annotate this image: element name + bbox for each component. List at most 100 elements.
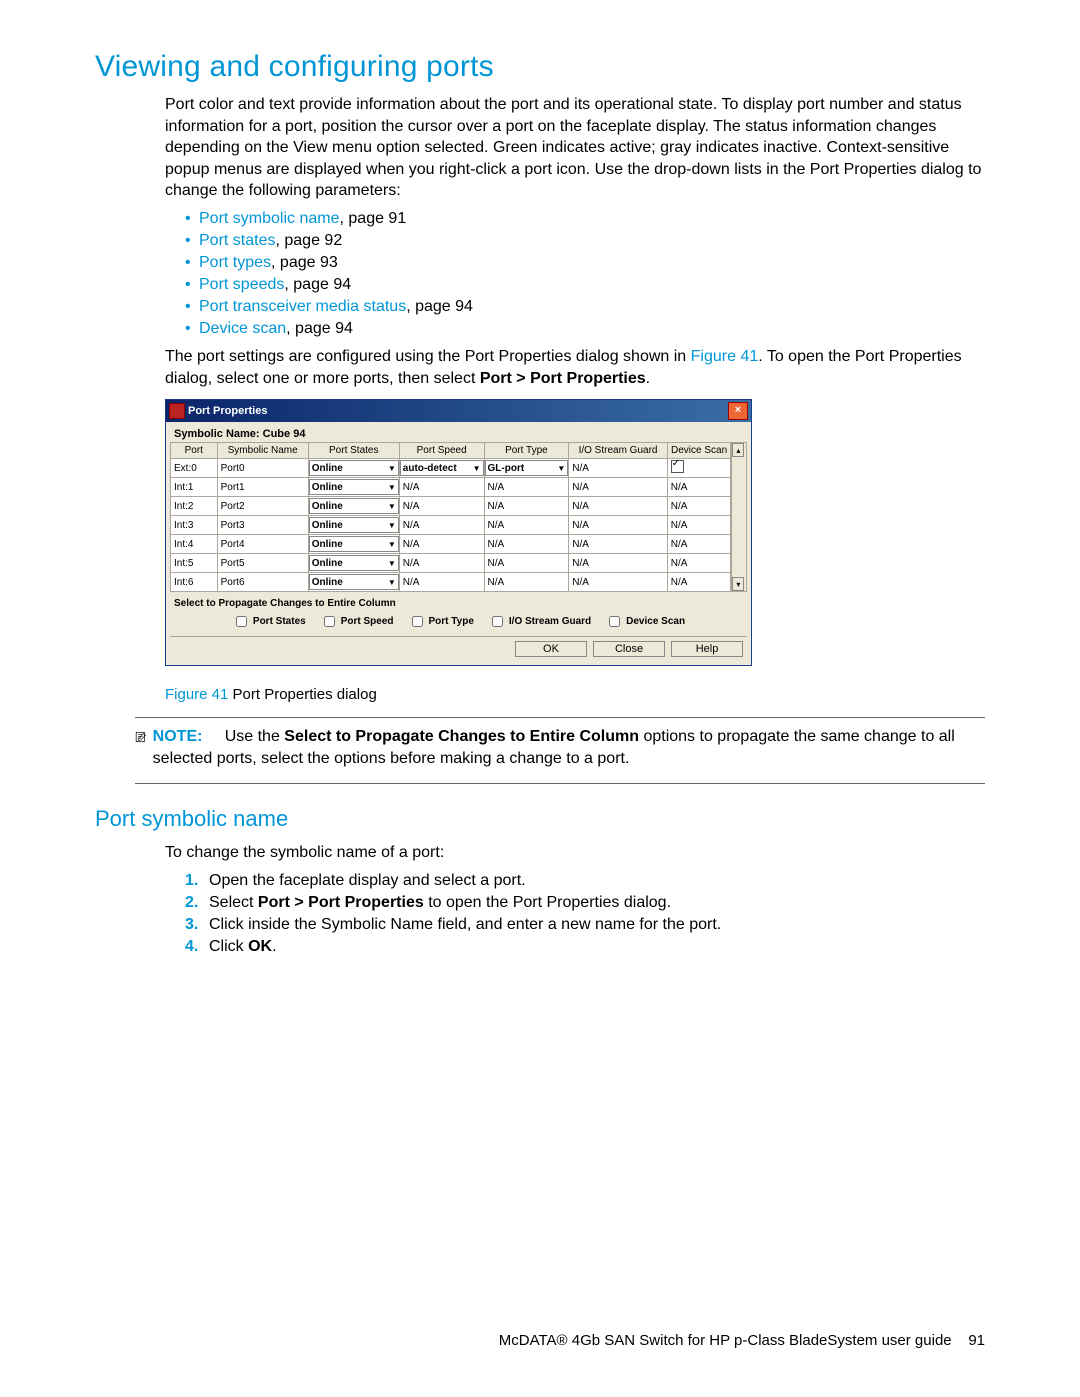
cell-port-state[interactable]: Online▼ — [308, 497, 399, 516]
cell-port: Int:6 — [171, 573, 218, 592]
cell-port-state[interactable]: Online▼ — [308, 554, 399, 573]
bullet-suffix: , page 92 — [275, 232, 342, 249]
cb-port-speed[interactable]: Port Speed — [320, 613, 394, 630]
table-row: Int:2Port2Online▼N/AN/AN/AN/A — [171, 497, 731, 516]
propagate-checkbox-row: Port States Port Speed Port Type I/O Str… — [170, 611, 747, 636]
cell-symbolic-name[interactable]: Port3 — [217, 516, 308, 535]
text: . — [646, 370, 650, 387]
cell-port-state[interactable]: Online▼ — [308, 516, 399, 535]
table-row: Ext:0Port0Online▼auto-detect▼GL-port▼N/A — [171, 459, 731, 478]
link-port-states[interactable]: Port states — [199, 232, 275, 249]
link-port-speeds[interactable]: Port speeds — [199, 276, 284, 293]
help-button[interactable]: Help — [671, 641, 743, 657]
cell-symbolic-name[interactable]: Port6 — [217, 573, 308, 592]
dropdown[interactable]: Online▼ — [309, 460, 399, 476]
cell-device-scan: N/A — [667, 516, 731, 535]
cell-port-speed[interactable]: auto-detect▼ — [399, 459, 484, 478]
text: . — [272, 938, 276, 955]
close-icon[interactable]: × — [728, 402, 748, 420]
scroll-down-icon[interactable]: ▾ — [732, 577, 744, 591]
table-row: Int:4Port4Online▼N/AN/AN/AN/A — [171, 535, 731, 554]
col-symbolic-name: Symbolic Name — [217, 443, 308, 459]
step-2: Select Port > Port Properties to open th… — [185, 894, 985, 912]
bullet-suffix: , page 94 — [406, 298, 473, 315]
col-port-states: Port States — [308, 443, 399, 459]
close-button[interactable]: Close — [593, 641, 665, 657]
cell-port-state[interactable]: Online▼ — [308, 535, 399, 554]
cb-port-type[interactable]: Port Type — [408, 613, 474, 630]
cell-port-type: N/A — [484, 573, 569, 592]
divider — [135, 783, 985, 784]
cell-symbolic-name[interactable]: Port0 — [217, 459, 308, 478]
page-footer: McDATA® 4Gb SAN Switch for HP p-Class Bl… — [499, 1332, 985, 1349]
cell-port-type: N/A — [484, 554, 569, 573]
dropdown[interactable]: GL-port▼ — [485, 460, 569, 476]
cell-io-stream-guard: N/A — [569, 478, 668, 497]
text: Open the faceplate display and select a … — [209, 872, 526, 889]
cell-symbolic-name[interactable]: Port5 — [217, 554, 308, 573]
link-figure-41[interactable]: Figure 41 — [691, 348, 759, 365]
figure-caption: Figure 41 Port Properties dialog — [165, 686, 985, 703]
cell-port-state[interactable]: Online▼ — [308, 573, 399, 592]
dropdown[interactable]: auto-detect▼ — [400, 460, 484, 476]
cell-device-scan: N/A — [667, 554, 731, 573]
dialog-app-icon — [169, 403, 185, 419]
cell-port: Int:2 — [171, 497, 218, 516]
footer-doc-title: McDATA® 4Gb SAN Switch for HP p-Class Bl… — [499, 1332, 952, 1349]
cell-symbolic-name[interactable]: Port2 — [217, 497, 308, 516]
text: The port settings are configured using t… — [165, 348, 691, 365]
link-port-symbolic-name[interactable]: Port symbolic name — [199, 210, 340, 227]
cell-io-stream-guard: N/A — [569, 535, 668, 554]
cell-port: Int:5 — [171, 554, 218, 573]
col-io-stream-guard: I/O Stream Guard — [569, 443, 668, 459]
checkbox-checked-icon[interactable] — [671, 460, 684, 473]
dropdown[interactable]: Online▼ — [309, 498, 399, 514]
cell-symbolic-name[interactable]: Port1 — [217, 478, 308, 497]
scroll-up-icon[interactable]: ▴ — [732, 443, 744, 457]
cell-device-scan[interactable] — [667, 459, 731, 478]
dropdown[interactable]: Online▼ — [309, 574, 399, 590]
cell-symbolic-name[interactable]: Port4 — [217, 535, 308, 554]
port-properties-dialog: Port Properties × Symbolic Name: Cube 94… — [165, 399, 752, 666]
cb-io-stream-guard[interactable]: I/O Stream Guard — [488, 613, 591, 630]
cb-device-scan[interactable]: Device Scan — [605, 613, 685, 630]
link-device-scan[interactable]: Device scan — [199, 320, 286, 337]
dialog-titlebar: Port Properties × — [166, 400, 751, 422]
link-port-transceiver[interactable]: Port transceiver media status — [199, 298, 406, 315]
cell-port-type: N/A — [484, 497, 569, 516]
dropdown[interactable]: Online▼ — [309, 517, 399, 533]
bold-text: Port > Port Properties — [258, 894, 424, 911]
h2-intro: To change the symbolic name of a port: — [165, 842, 985, 864]
table-row: Int:5Port5Online▼N/AN/AN/AN/A — [171, 554, 731, 573]
bullet-suffix: , page 93 — [271, 254, 338, 271]
vertical-scrollbar[interactable]: ▴ ▾ — [731, 442, 747, 592]
cb-label: Port Type — [429, 616, 474, 627]
ok-button[interactable]: OK — [515, 641, 587, 657]
col-port: Port — [171, 443, 218, 459]
cell-port-type[interactable]: GL-port▼ — [484, 459, 569, 478]
table-row: Int:1Port1Online▼N/AN/AN/AN/A — [171, 478, 731, 497]
cell-port-type: N/A — [484, 478, 569, 497]
chevron-down-icon: ▼ — [388, 540, 396, 549]
col-port-type: Port Type — [484, 443, 569, 459]
text: Click inside the Symbolic Name field, an… — [209, 916, 721, 933]
dropdown[interactable]: Online▼ — [309, 479, 399, 495]
dialog-symbolic-name-header: Symbolic Name: Cube 94 — [170, 426, 747, 442]
bullet-suffix: , page 91 — [340, 210, 407, 227]
cell-io-stream-guard: N/A — [569, 554, 668, 573]
page-heading: Viewing and configuring ports — [95, 50, 985, 84]
figure-title: Port Properties dialog — [228, 686, 376, 703]
cell-port-state[interactable]: Online▼ — [308, 478, 399, 497]
step-4: Click OK. — [185, 938, 985, 956]
table-row: Int:3Port3Online▼N/AN/AN/AN/A — [171, 516, 731, 535]
cb-port-states[interactable]: Port States — [232, 613, 306, 630]
link-port-types[interactable]: Port types — [199, 254, 271, 271]
ports-table: Port Symbolic Name Port States Port Spee… — [170, 442, 731, 592]
dialog-title: Port Properties — [188, 405, 267, 417]
dropdown[interactable]: Online▼ — [309, 555, 399, 571]
col-device-scan: Device Scan — [667, 443, 731, 459]
dropdown[interactable]: Online▼ — [309, 536, 399, 552]
cell-port-state[interactable]: Online▼ — [308, 459, 399, 478]
cell-port-speed: N/A — [399, 478, 484, 497]
text: Click — [209, 938, 248, 955]
